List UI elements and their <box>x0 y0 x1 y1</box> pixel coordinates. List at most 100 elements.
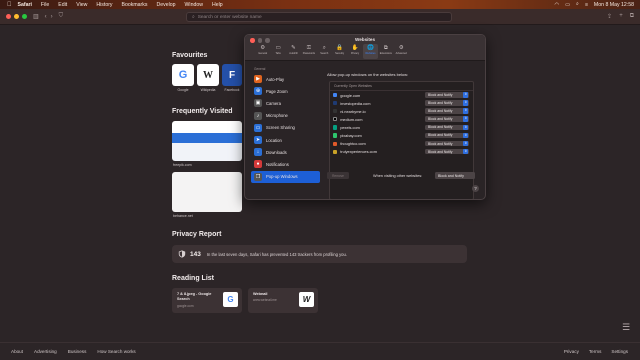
website-popup-select[interactable]: Block and Notify <box>425 92 469 98</box>
microphone-icon: ♪ <box>254 111 262 120</box>
website-popup-select[interactable]: Block and Notify <box>425 148 469 155</box>
website-popup-select[interactable]: Block and Notify <box>425 132 469 139</box>
reading-item-title: 7 & 8.jpeg - Google Search <box>177 292 212 301</box>
website-popup-select[interactable]: Block and Notify <box>425 116 469 123</box>
menu-file[interactable]: File <box>41 2 49 8</box>
sidebar-toggle-icon[interactable]: ▥ <box>33 13 39 20</box>
zoom-button[interactable] <box>22 14 27 19</box>
help-button[interactable]: ? <box>472 185 479 192</box>
sidebar-item-screen-sharing[interactable]: ▭ Screen Sharing <box>251 122 320 134</box>
sidebar-item-camera[interactable]: ▣ Camera <box>251 97 320 109</box>
popup-settings-panel: Allow pop-up windows on the websites bel… <box>327 72 479 77</box>
menu-history[interactable]: History <box>96 2 112 8</box>
menu-view[interactable]: View <box>76 2 87 8</box>
website-row-google[interactable]: google.com Block and Notify <box>330 91 473 99</box>
footer-link-privacy[interactable]: Privacy <box>564 349 579 354</box>
sidebar-item-label: Microphone <box>266 113 288 119</box>
sidebar-item-notifications[interactable]: ● Notifications <box>251 158 320 170</box>
footer-link-business[interactable]: Business <box>68 349 87 354</box>
favourite-wikipedia[interactable]: W <box>197 64 219 86</box>
tab-label: Extensions <box>379 52 392 55</box>
wifi-icon[interactable]: ◠ <box>555 2 560 8</box>
sidebar-item-downloads[interactable]: ↓ Downloads <box>251 146 320 158</box>
favourite-google[interactable]: G <box>172 64 194 86</box>
footer-link-settings[interactable]: Settings <box>611 349 628 354</box>
other-websites-select[interactable]: Block and Notify <box>435 172 475 179</box>
zoom-icon: ⊕ <box>254 87 262 96</box>
footer-link-terms[interactable]: Terms <box>589 349 602 354</box>
visited-thumbnail-behance[interactable] <box>172 172 242 212</box>
tab-label: Websites <box>365 52 376 55</box>
status-area: ◠ ▭ ⌕ ≡ Mon 8 May 12:58 <box>555 1 634 8</box>
tab-tabs[interactable]: ▭ Tabs <box>270 44 285 59</box>
preferences-title: Websites <box>354 37 376 42</box>
website-popup-select[interactable]: Block and Notify <box>425 108 469 114</box>
website-list-header: Currently Open Websites <box>330 82 473 91</box>
preferences-toolbar: Websites ⚙ General ▭ Tabs ✎ AutoFill ⚿ Passw… <box>245 35 485 61</box>
website-row-thoughtco[interactable]: thoughtco.com Block and Notify <box>330 140 473 148</box>
control-center-icon[interactable]: ≡ <box>585 2 588 8</box>
tab-search[interactable]: ⌕ Search <box>317 44 332 59</box>
menu-bookmarks[interactable]: Bookmarks <box>122 2 148 8</box>
menu-help[interactable]: Help <box>212 2 223 8</box>
tab-autofill[interactable]: ✎ AutoFill <box>286 44 301 59</box>
tab-overview-icon[interactable]: ⧉ <box>630 13 634 20</box>
menu-clock[interactable]: Mon 8 May 12:58 <box>594 2 634 8</box>
menu-window[interactable]: Window <box>185 2 203 8</box>
footer-link-advertising[interactable]: Advertising <box>34 349 57 354</box>
remove-button[interactable]: Remove <box>327 172 349 179</box>
website-row-medium[interactable]: medium.com Block and Notify <box>330 115 473 123</box>
tab-general[interactable]: ⚙ General <box>255 44 270 59</box>
sidebar-item-pop-up-windows[interactable]: ❐ Pop-up Windows <box>251 170 320 183</box>
wikipedia-logo-icon: W <box>203 69 213 81</box>
visited-thumbnail-freepik[interactable] <box>172 121 242 161</box>
address-bar[interactable]: ⌕ Search or enter website name <box>186 12 452 22</box>
website-popup-select[interactable]: Block and Notify <box>425 100 469 106</box>
website-row-pexels[interactable]: pexels.com Block and Notify <box>330 123 473 131</box>
preferences-tabs: ⚙ General ▭ Tabs ✎ AutoFill ⚿ Passwords ⌕ Sea… <box>255 44 409 59</box>
sidebar-item-auto-play[interactable]: ▶ Auto-Play <box>251 73 320 85</box>
website-popup-select[interactable]: Block and Notify <box>425 124 469 131</box>
forward-icon[interactable]: › <box>51 14 53 20</box>
minimize-button[interactable] <box>14 14 19 19</box>
tab-websites[interactable]: 🌐 Websites <box>362 44 379 59</box>
tab-passwords[interactable]: ⚿ Passwords <box>301 44 316 59</box>
new-tab-icon[interactable]: + <box>619 13 623 20</box>
tab-privacy[interactable]: ✋ Privacy <box>347 44 362 59</box>
shield-toolbar-icon[interactable]: ⛉ <box>59 13 64 20</box>
reading-list-item[interactable]: 7 & 8.jpeg - Google Search google.com G <box>172 288 242 313</box>
search-icon[interactable]: ⌕ <box>576 1 579 8</box>
sidebar-item-page-zoom[interactable]: ⊕ Page Zoom <box>251 85 320 97</box>
back-icon[interactable]: ‹ <box>45 14 47 20</box>
tabs-icon: ▭ <box>275 45 281 51</box>
tab-extensions[interactable]: ⧉ Extensions <box>378 44 393 59</box>
footer-link-how-search-works[interactable]: How Search works <box>97 349 135 354</box>
website-row-pixabay[interactable]: pixabay.com Block and Notify <box>330 131 473 139</box>
menu-edit[interactable]: Edit <box>58 2 67 8</box>
favourite-facebook[interactable]: F <box>222 64 242 86</box>
menu-app-name[interactable]: Safari <box>18 2 32 8</box>
pexels-favicon-icon <box>333 125 338 130</box>
website-name: thoughtco.com <box>340 141 366 147</box>
website-row-trulyexperiences[interactable]: trulyexperiences.com Block and Notify <box>330 148 473 156</box>
sidebar-item-microphone[interactable]: ♪ Microphone <box>251 110 320 122</box>
menu-develop[interactable]: Develop <box>156 2 175 8</box>
website-row-investopedia[interactable]: investopedia.com Block and Notify <box>330 99 473 107</box>
close-button[interactable] <box>6 14 11 19</box>
play-icon: ▶ <box>254 75 262 84</box>
tab-security[interactable]: 🔒 Security <box>332 44 347 59</box>
apple-icon[interactable]:  <box>7 2 12 8</box>
share-icon[interactable]: ⇪ <box>607 13 612 20</box>
tab-label: AutoFill <box>289 52 298 55</box>
website-row-nearbyme[interactable]: ni.nearbyme.io Block and Notify <box>330 107 473 115</box>
website-popup-select[interactable]: Block and Notify <box>425 140 469 147</box>
footer-link-about[interactable]: About <box>11 349 23 354</box>
tab-advanced[interactable]: ⚙ Advanced <box>394 44 409 59</box>
privacy-report-card[interactable]: 143 In the last seven days, Safari has p… <box>172 245 467 263</box>
reading-list-item[interactable]: Webnail www.webnail.me W <box>248 288 318 313</box>
pencil-icon: ✎ <box>291 45 296 51</box>
privacy-report-title: Privacy Report <box>172 231 222 238</box>
sidebar-item-location[interactable]: ➤ Location <box>251 134 320 146</box>
customize-start-page-icon[interactable]: ☰ <box>622 322 632 332</box>
battery-icon[interactable]: ▭ <box>565 2 570 8</box>
